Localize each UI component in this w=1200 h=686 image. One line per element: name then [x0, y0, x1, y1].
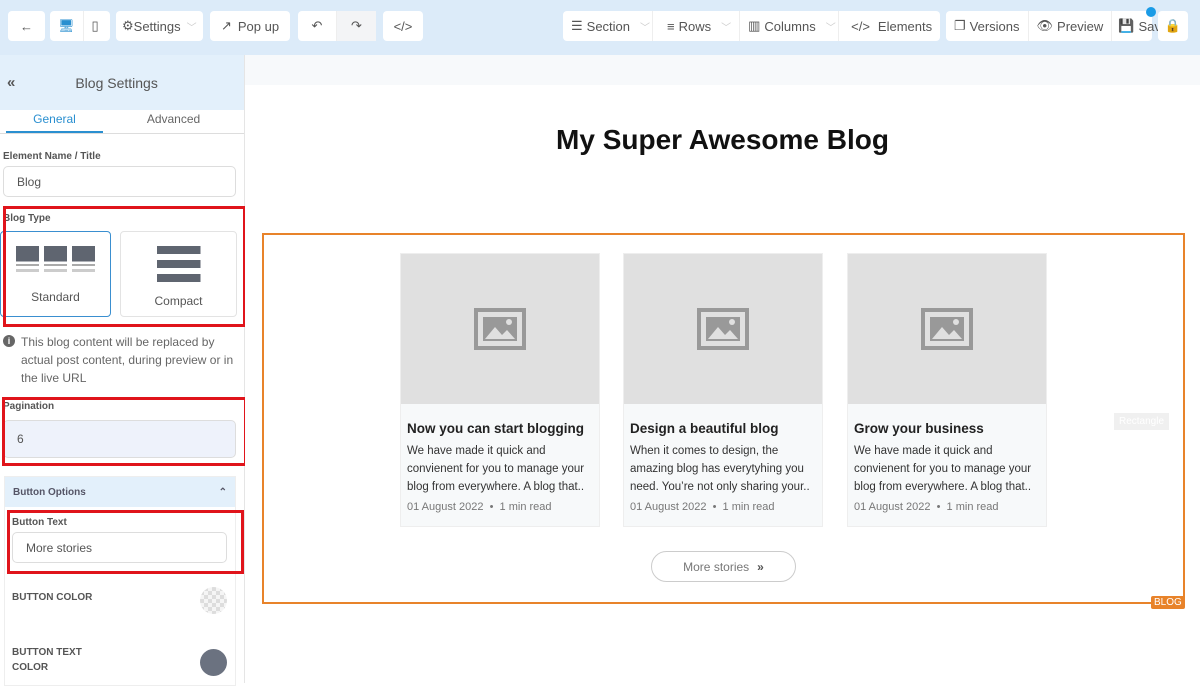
elements-label: Elements — [877, 18, 933, 34]
section-icon: ☰ — [571, 18, 583, 33]
image-placeholder — [848, 254, 1046, 404]
desktop-view-button[interactable]: 🖥 — [50, 11, 84, 41]
chevron-down-icon: ﹀ — [186, 22, 197, 34]
arrow-left-icon: ← — [20, 18, 33, 34]
image-placeholder — [624, 254, 822, 404]
button-options-header[interactable]: Button Options ⌃ — [5, 477, 235, 507]
columns-label: Columns — [764, 18, 816, 34]
button-color-label: BUTTON COLOR — [12, 592, 93, 603]
post-title: Grow your business — [854, 421, 984, 436]
post-read-time: 1 min read — [946, 501, 999, 513]
post-excerpt: We have made it quick and convienent for… — [407, 445, 585, 493]
blog-tag: BLOG — [1151, 596, 1185, 609]
eye-icon: 👁 — [1036, 18, 1054, 33]
post-date: 01 August 2022 — [854, 501, 931, 513]
columns-dropdown[interactable]: ▥ Columns ﹀ — [740, 11, 840, 41]
chevron-down-icon: ﹀ — [721, 22, 732, 34]
code-icon: </> — [851, 18, 870, 34]
redo-button[interactable]: ↷ — [337, 11, 376, 41]
post-excerpt: When it comes to design, the amazing blo… — [630, 445, 810, 493]
desktop-icon: 🖥 — [58, 18, 75, 33]
post-meta: 01 August 2022 • 1 min read — [630, 501, 775, 513]
settings-label: Settings — [133, 18, 181, 34]
undo-icon: ↶ — [311, 18, 323, 33]
button-options-label: Button Options — [13, 486, 86, 498]
notification-dot — [1146, 7, 1156, 17]
collapse-icon[interactable]: « — [7, 74, 15, 91]
preview-label: Preview — [1057, 18, 1104, 34]
sidebar: « Blog Settings General Advanced Element… — [0, 55, 245, 686]
tab-advanced[interactable]: Advanced — [103, 110, 244, 133]
panel-title: Blog Settings — [75, 74, 158, 91]
chevron-down-icon: ﹀ — [640, 22, 651, 34]
image-placeholder — [401, 254, 599, 404]
image-icon — [474, 308, 526, 350]
image-icon — [921, 308, 973, 350]
back-button[interactable]: ← — [8, 11, 45, 41]
post-read-time: 1 min read — [722, 501, 775, 513]
post-title: Now you can start blogging — [407, 421, 585, 436]
post-date: 01 August 2022 — [630, 501, 707, 513]
lock-button[interactable]: 🔒 — [1158, 11, 1188, 41]
popup-label: Pop up — [237, 18, 280, 34]
rows-dropdown[interactable]: ≡ Rows ﹀ — [653, 11, 741, 41]
top-toolbar: ← 🖥 ▯ ⚙ Settings ﹀ ↗ Pop up ↶ ↷ </> ☰ Sectio… — [0, 0, 1200, 55]
undo-button[interactable]: ↶ — [298, 11, 337, 41]
button-text-color-swatch[interactable] — [200, 649, 227, 676]
name-input[interactable]: Blog — [3, 166, 236, 197]
blog-post-card[interactable]: Grow your business We have made it quick… — [847, 253, 1047, 527]
rows-icon: ≡ — [667, 18, 675, 34]
versions-label: Versions — [969, 18, 1020, 34]
post-title: Design a beautiful blog — [630, 421, 779, 436]
post-meta: 01 August 2022 • 1 min read — [854, 501, 999, 513]
chevron-up-icon: ⌃ — [218, 486, 227, 498]
lock-icon: 🔒 — [1164, 18, 1182, 33]
rows-label: Rows — [678, 18, 712, 34]
image-icon — [697, 308, 749, 350]
post-read-time: 1 min read — [499, 501, 552, 513]
info-text: This blog content will be replaced by ac… — [21, 335, 234, 385]
double-chevron-right-icon: » — [757, 559, 764, 574]
highlight-blog-type — [3, 206, 246, 327]
post-date: 01 August 2022 — [407, 501, 484, 513]
blog-heading[interactable]: My Super Awesome Blog — [245, 124, 1200, 156]
blog-post-card[interactable]: Now you can start blogging We have made … — [400, 253, 600, 527]
info-icon: i — [3, 335, 15, 347]
versions-button[interactable]: ❐ Versions — [946, 11, 1029, 41]
more-stories-button[interactable]: More stories » — [651, 551, 796, 582]
name-label: Element Name / Title — [3, 151, 101, 162]
button-color-swatch[interactable] — [200, 587, 227, 614]
redo-icon: ↷ — [351, 18, 362, 33]
section-dropdown[interactable]: ☰ Section ﹀ — [563, 11, 653, 41]
more-stories-label: More stories — [683, 559, 750, 574]
preview-button[interactable]: 👁 Preview — [1029, 11, 1113, 41]
mobile-icon: ▯ — [91, 18, 99, 33]
rectangle-tooltip: Rectangle — [1114, 413, 1170, 430]
chevron-down-icon: ﹀ — [825, 22, 836, 34]
highlight-button-text — [7, 510, 244, 574]
post-meta: 01 August 2022 • 1 min read — [407, 501, 552, 513]
section-label: Section — [586, 18, 631, 34]
code-button[interactable]: </> — [383, 11, 423, 41]
mobile-view-button[interactable]: ▯ — [84, 11, 107, 41]
gear-icon: ⚙ — [122, 18, 134, 33]
button-text-color-label: BUTTON TEXT COLOR — [12, 647, 82, 673]
highlight-pagination — [2, 397, 247, 466]
tab-general[interactable]: General — [6, 110, 103, 133]
blog-post-card[interactable]: Design a beautiful blog When it comes to… — [623, 253, 823, 527]
columns-icon: ▥ — [748, 18, 761, 33]
post-excerpt: We have made it quick and convienent for… — [854, 445, 1032, 493]
versions-icon: ❐ — [954, 18, 966, 33]
external-link-icon: ↗ — [220, 18, 232, 33]
code-icon: </> — [393, 18, 413, 34]
settings-dropdown[interactable]: ⚙ Settings ﹀ — [116, 11, 203, 41]
popup-button[interactable]: ↗ Pop up — [210, 11, 290, 41]
elements-button[interactable]: </> Elements — [839, 11, 940, 41]
save-icon: 💾 — [1118, 18, 1135, 33]
